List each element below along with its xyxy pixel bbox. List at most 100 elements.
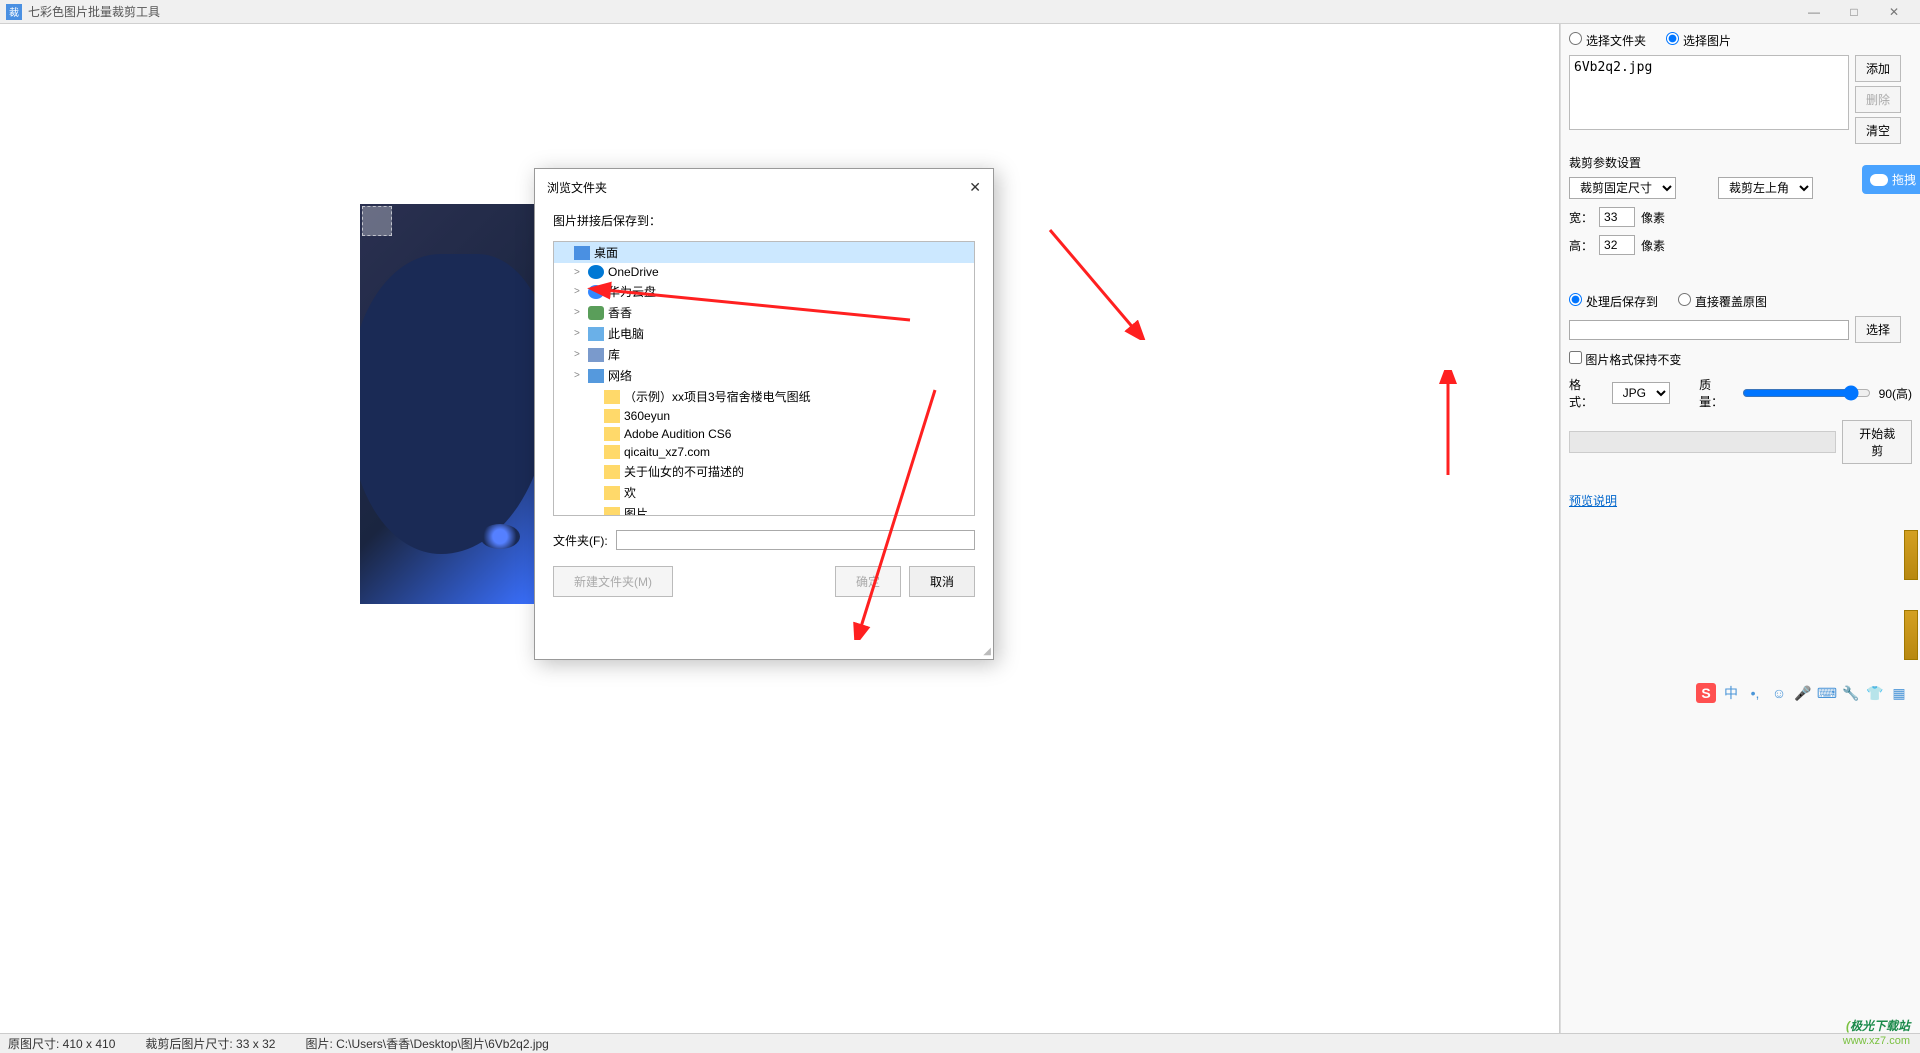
- expand-icon[interactable]: >: [574, 328, 584, 339]
- tree-item-label: 关于仙女的不可描述的: [624, 463, 744, 480]
- ime-grid-icon[interactable]: ▦: [1890, 684, 1908, 702]
- format-select[interactable]: JPG: [1612, 382, 1670, 404]
- user-icon: [588, 306, 604, 320]
- dialog-close-button[interactable]: ✕: [969, 179, 981, 196]
- tree-item-label: Adobe Audition CS6: [624, 427, 731, 441]
- folder-tree[interactable]: 桌面>OneDrive>华为云盘>香香>此电脑>库>网络（示例）xx项目3号宿舍…: [553, 241, 975, 516]
- crop-anchor-select[interactable]: 裁剪左上角: [1718, 177, 1813, 199]
- ime-toolbar[interactable]: S 中 •, ☺ 🎤 ⌨ 🔧 👕 ▦: [1696, 683, 1908, 703]
- tree-item[interactable]: 360eyun: [554, 407, 974, 425]
- width-input[interactable]: [1599, 207, 1635, 227]
- delete-button[interactable]: 删除: [1855, 86, 1901, 113]
- folder-icon: [604, 409, 620, 423]
- crop-mode-select[interactable]: 裁剪固定尺寸: [1569, 177, 1676, 199]
- clear-button[interactable]: 清空: [1855, 117, 1901, 144]
- status-crop-size: 裁剪后图片尺寸: 33 x 32: [145, 1035, 275, 1052]
- ruler-bar-2: [1904, 610, 1918, 660]
- tree-item[interactable]: 欢: [554, 482, 974, 503]
- ime-tool-icon[interactable]: 🔧: [1842, 684, 1860, 702]
- tree-item[interactable]: > 华为云盘: [554, 281, 974, 302]
- tree-item[interactable]: > 此电脑: [554, 323, 974, 344]
- quality-slider[interactable]: [1742, 385, 1871, 401]
- dialog-save-label: 图片拼接后保存到：: [553, 212, 975, 229]
- radio-select-image[interactable]: 选择图片: [1666, 32, 1731, 49]
- height-unit: 像素: [1641, 237, 1665, 254]
- tree-item[interactable]: Adobe Audition CS6: [554, 425, 974, 443]
- huawei-icon: [588, 285, 604, 299]
- radio-overwrite[interactable]: 直接覆盖原图: [1678, 293, 1767, 310]
- tree-item-label: 华为云盘: [608, 283, 656, 300]
- tree-item-label: 库: [608, 346, 620, 363]
- ime-cn-icon[interactable]: 中: [1722, 684, 1740, 702]
- dialog-title: 浏览文件夹: [547, 179, 607, 196]
- width-label: 宽：: [1569, 209, 1593, 226]
- radio-select-folder[interactable]: 选择文件夹: [1569, 32, 1646, 49]
- select-path-button[interactable]: 选择: [1855, 316, 1901, 343]
- close-button[interactable]: ✕: [1884, 2, 1904, 22]
- tree-item-label: 欢: [624, 484, 636, 501]
- expand-icon[interactable]: >: [574, 286, 584, 297]
- tree-item-label: 图片: [624, 505, 648, 516]
- expand-icon[interactable]: >: [574, 307, 584, 318]
- tree-item[interactable]: 图片: [554, 503, 974, 516]
- preview-link[interactable]: 预览说明: [1569, 492, 1617, 509]
- expand-icon[interactable]: >: [574, 267, 584, 278]
- save-path-input[interactable]: [1569, 320, 1849, 340]
- tree-item[interactable]: >网络: [554, 365, 974, 386]
- app-title: 七彩色图片批量裁剪工具: [28, 3, 1804, 20]
- watermark: (极光下载站 www.xz7.com: [1843, 1014, 1910, 1047]
- folder-icon: [604, 486, 620, 500]
- expand-icon[interactable]: >: [574, 370, 584, 381]
- maximize-button[interactable]: □: [1844, 2, 1864, 22]
- cloud-drag-button[interactable]: 拖拽: [1862, 165, 1920, 194]
- tree-item-label: OneDrive: [608, 265, 659, 279]
- ime-skin-icon[interactable]: 👕: [1866, 684, 1884, 702]
- width-unit: 像素: [1641, 209, 1665, 226]
- tree-item-label: 此电脑: [608, 325, 644, 342]
- ime-punct-icon[interactable]: •,: [1746, 684, 1764, 702]
- tree-item[interactable]: > OneDrive: [554, 263, 974, 281]
- tree-item[interactable]: > 香香: [554, 302, 974, 323]
- statusbar: 原图尺寸: 410 x 410 裁剪后图片尺寸: 33 x 32 图片: C:\…: [0, 1033, 1920, 1053]
- resize-grip[interactable]: ◢: [983, 646, 991, 657]
- quality-value: 90(高): [1879, 385, 1912, 402]
- tree-item-label: qicaitu_xz7.com: [624, 445, 710, 459]
- add-button[interactable]: 添加: [1855, 55, 1901, 82]
- progress-bar: [1569, 431, 1836, 453]
- folder-icon: [604, 465, 620, 479]
- lib-icon: [588, 348, 604, 362]
- ime-emoji-icon[interactable]: ☺: [1770, 684, 1788, 702]
- quality-label: 质量：: [1699, 376, 1734, 410]
- cancel-button[interactable]: 取消: [909, 566, 975, 597]
- format-label: 格式：: [1569, 376, 1604, 410]
- folder-icon: [604, 507, 620, 517]
- folder-icon: [604, 445, 620, 459]
- expand-icon[interactable]: >: [574, 349, 584, 360]
- file-list[interactable]: 6Vb2q2.jpg: [1569, 55, 1849, 130]
- onedrive-icon: [588, 265, 604, 279]
- ime-mic-icon[interactable]: 🎤: [1794, 684, 1812, 702]
- tree-item[interactable]: qicaitu_xz7.com: [554, 443, 974, 461]
- ok-button[interactable]: 确定: [835, 566, 901, 597]
- height-label: 高：: [1569, 237, 1593, 254]
- ime-sogou-icon[interactable]: S: [1696, 683, 1716, 703]
- tree-item[interactable]: （示例）xx项目3号宿舍楼电气图纸: [554, 386, 974, 407]
- height-input[interactable]: [1599, 235, 1635, 255]
- radio-save-to[interactable]: 处理后保存到: [1569, 293, 1658, 310]
- net-icon: [588, 369, 604, 383]
- tree-item[interactable]: 关于仙女的不可描述的: [554, 461, 974, 482]
- folder-name-input[interactable]: [616, 530, 975, 550]
- minimize-button[interactable]: —: [1804, 2, 1824, 22]
- start-crop-button[interactable]: 开始裁剪: [1842, 420, 1912, 464]
- tree-item[interactable]: >库: [554, 344, 974, 365]
- preview-image[interactable]: [360, 204, 534, 604]
- keep-format-checkbox[interactable]: 图片格式保持不变: [1569, 351, 1681, 368]
- pc-icon: [588, 327, 604, 341]
- tree-item-label: 香香: [608, 304, 632, 321]
- ime-keyboard-icon[interactable]: ⌨: [1818, 684, 1836, 702]
- desktop-icon: [574, 246, 590, 260]
- tree-item-label: 桌面: [594, 244, 618, 261]
- new-folder-button[interactable]: 新建文件夹(M): [553, 566, 673, 597]
- browse-folder-dialog: 浏览文件夹 ✕ 图片拼接后保存到： 桌面 > OneDrive > 华为云盘 > 香香 > 此电…: [534, 168, 994, 660]
- tree-item[interactable]: 桌面: [554, 242, 974, 263]
